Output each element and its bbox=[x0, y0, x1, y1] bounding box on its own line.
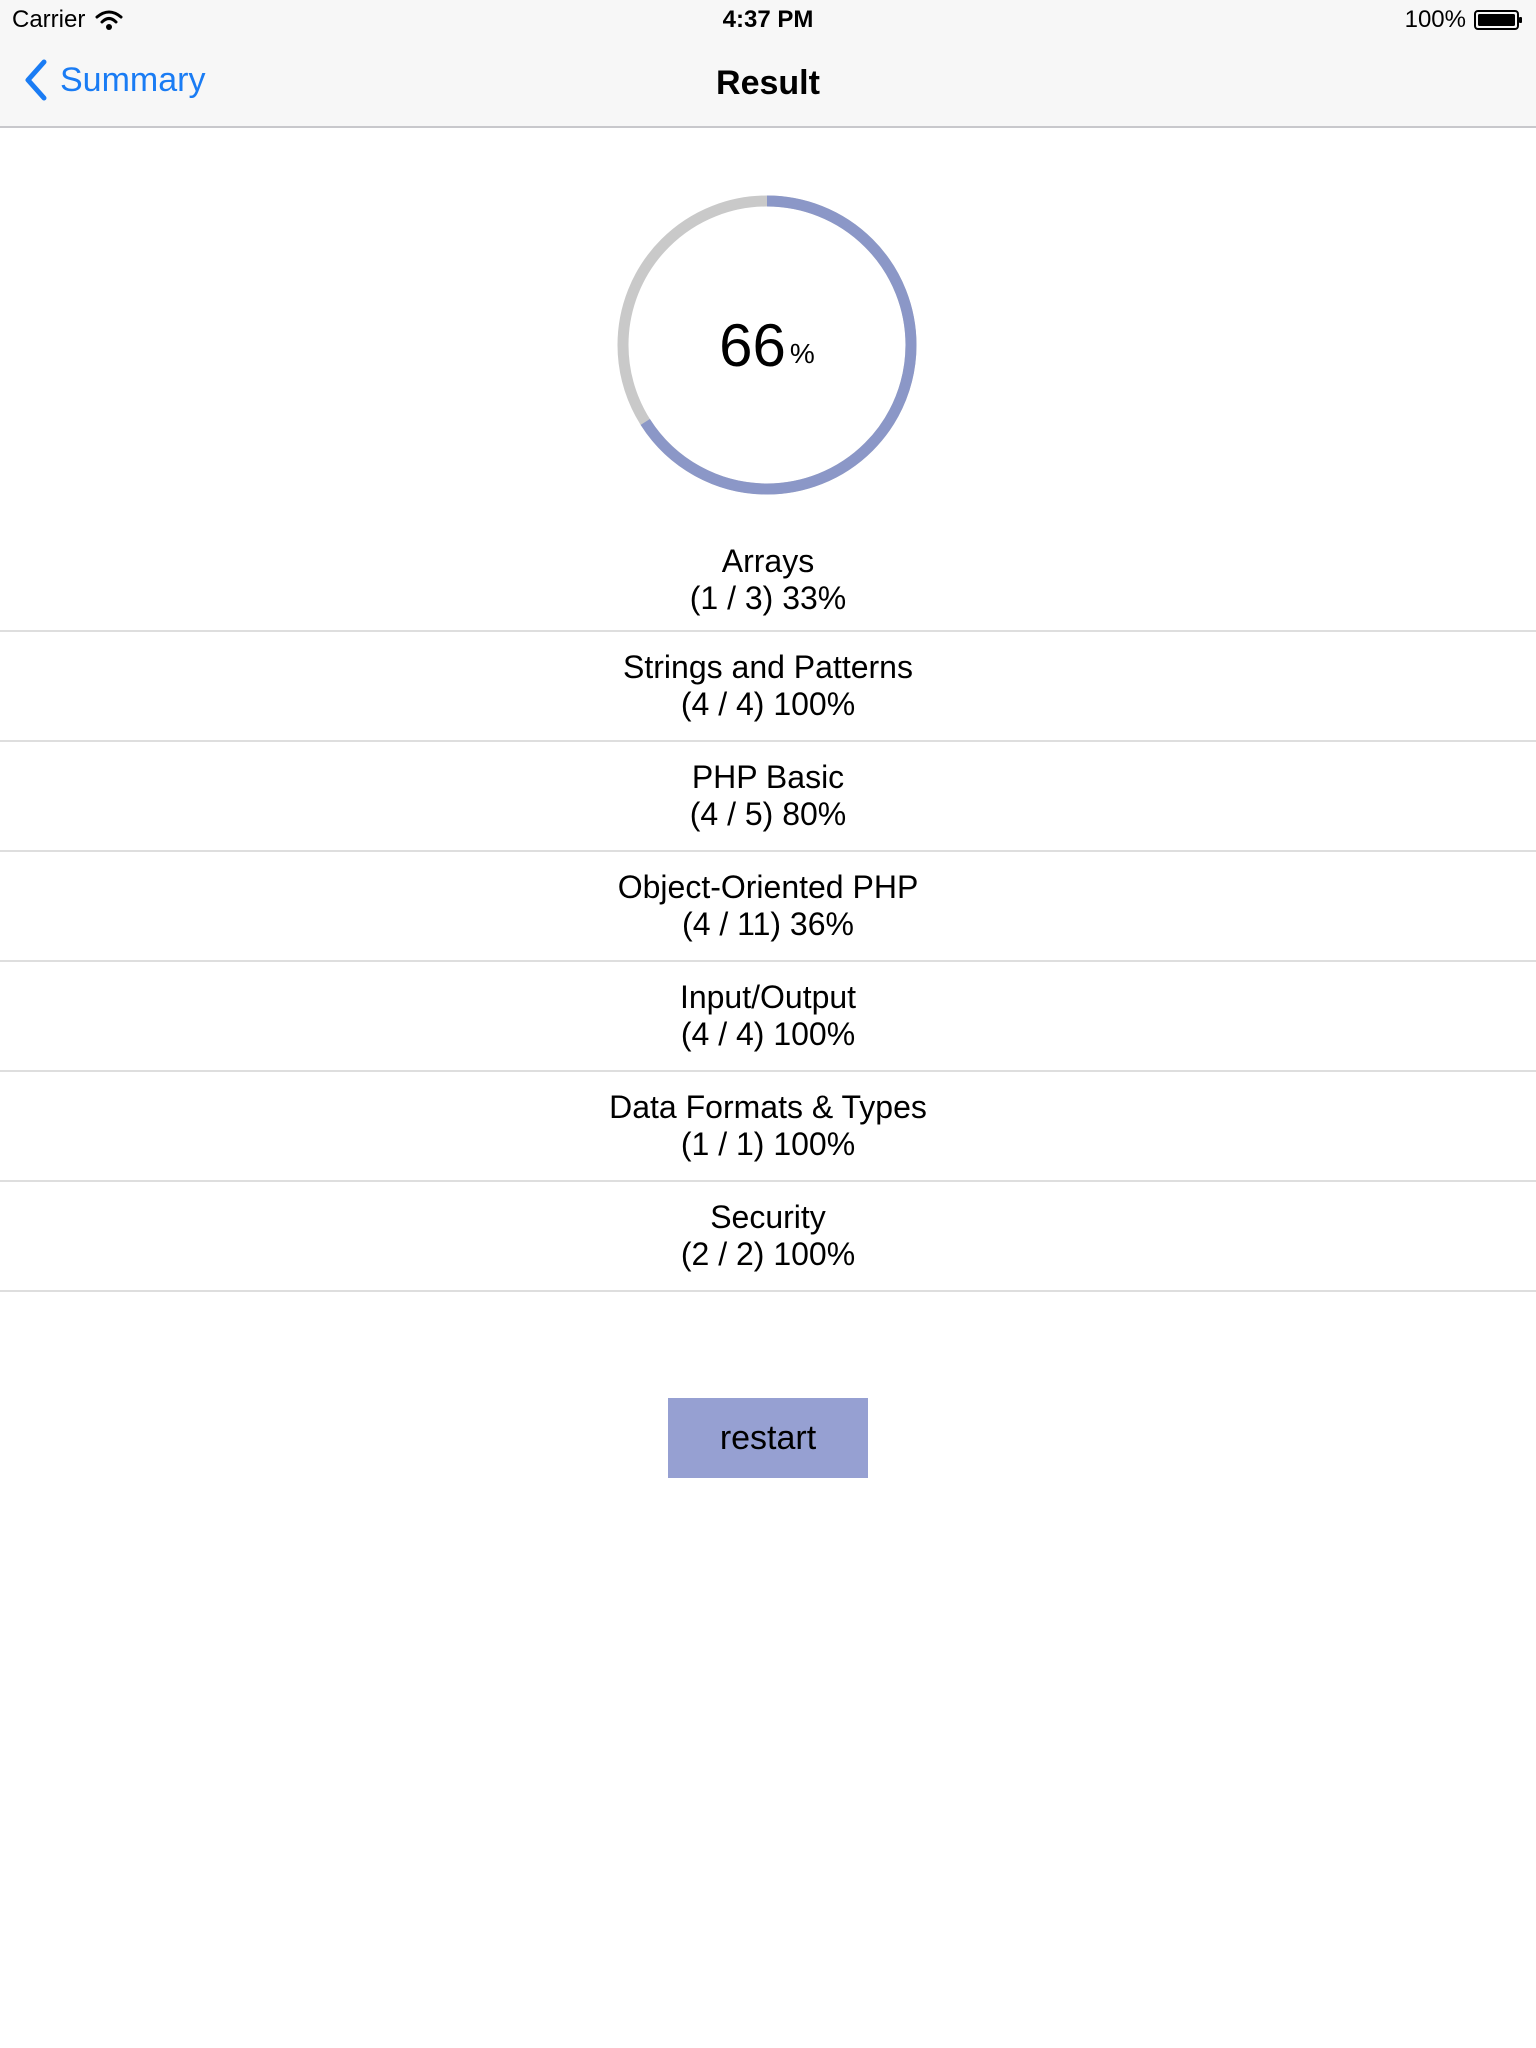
status-time: 4:37 PM bbox=[722, 6, 814, 33]
result-row: Object-Oriented PHP (4 / 11) 36% bbox=[0, 852, 1536, 962]
restart-button[interactable]: restart bbox=[668, 1398, 868, 1478]
score-unit: % bbox=[789, 338, 815, 369]
page-title: Result bbox=[716, 64, 820, 102]
result-score: (4 / 5) 80% bbox=[689, 796, 847, 832]
result-score: (4 / 11) 36% bbox=[682, 906, 854, 942]
result-row: Strings and Patterns (4 / 4) 100% bbox=[0, 632, 1536, 742]
result-row: Data Formats & Types (1 / 1) 100% bbox=[0, 1072, 1536, 1182]
result-topic: PHP Basic bbox=[691, 759, 845, 795]
battery-icon bbox=[1474, 10, 1522, 30]
result-score: (4 / 4) 100% bbox=[680, 1016, 856, 1052]
result-topic: Input/Output bbox=[679, 979, 857, 1015]
result-list: Arrays (1 / 3) 33% Strings and Patterns … bbox=[0, 522, 1536, 1292]
result-topic: Object-Oriented PHP bbox=[617, 869, 919, 905]
result-row: Input/Output (4 / 4) 100% bbox=[0, 962, 1536, 1072]
result-score: (4 / 4) 100% bbox=[680, 686, 856, 722]
result-score: (1 / 3) 33% bbox=[689, 580, 847, 616]
result-topic: Arrays bbox=[721, 543, 815, 579]
result-topic: Strings and Patterns bbox=[623, 649, 913, 685]
result-topic: Data Formats & Types bbox=[609, 1089, 927, 1125]
result-topic: Security bbox=[710, 1199, 826, 1235]
result-row: Arrays (1 / 3) 33% bbox=[0, 522, 1536, 632]
score-label: 66 % bbox=[614, 192, 920, 498]
score-value: 66 bbox=[719, 311, 786, 379]
score-donut: 66 % bbox=[614, 192, 920, 498]
status-bar: Carrier 4:37 PM 100% bbox=[0, 0, 1536, 40]
battery-percent: 100% bbox=[1404, 6, 1466, 33]
result-score: (2 / 2) 100% bbox=[680, 1236, 856, 1272]
result-row: Security (2 / 2) 100% bbox=[0, 1182, 1536, 1292]
result-row: PHP Basic (4 / 5) 80% bbox=[0, 742, 1536, 852]
battery-indicator: 100% bbox=[1405, 6, 1524, 34]
navigation-bar: Summary Result bbox=[0, 40, 1536, 128]
result-score: (1 / 1) 100% bbox=[680, 1126, 856, 1162]
